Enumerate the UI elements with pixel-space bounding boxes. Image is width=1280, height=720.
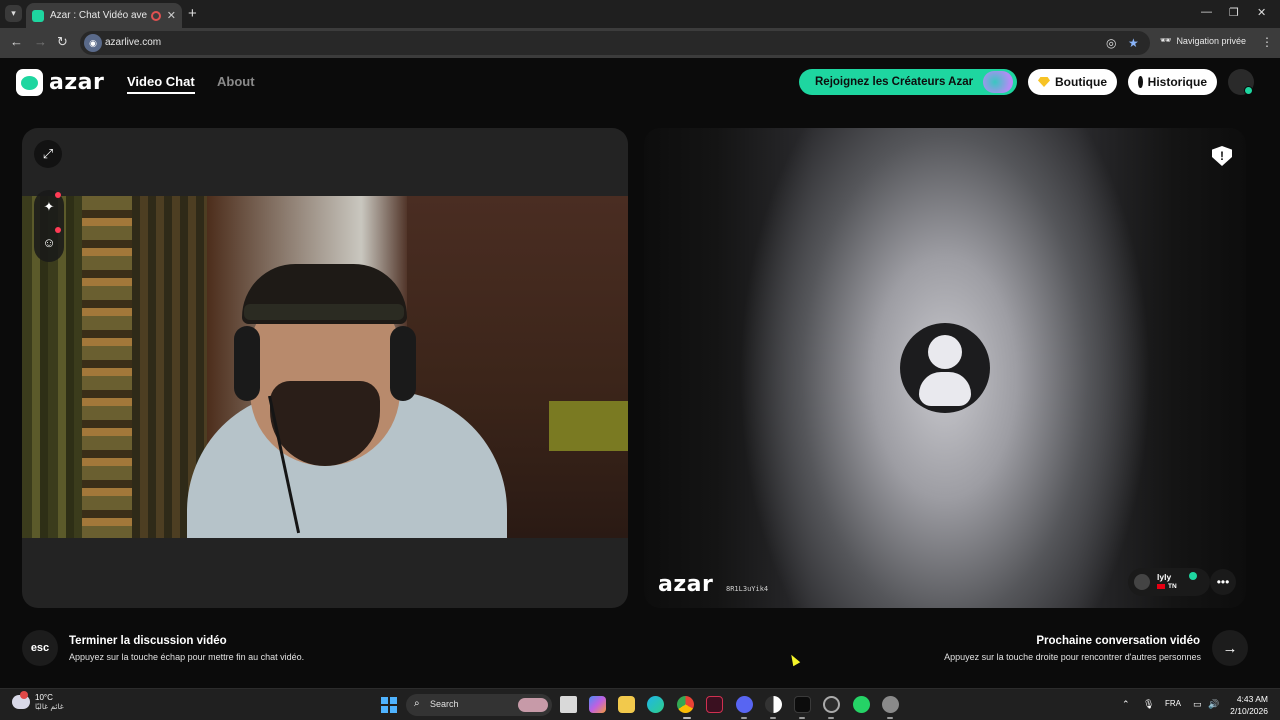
taskbar-search-text: Search <box>430 699 459 709</box>
restore-icon[interactable]: ❐ <box>1229 6 1239 19</box>
end-chat-subtitle: Appuyez sur la touche échap pour mettre … <box>69 652 305 662</box>
expand-icon[interactable]: ⤢ <box>34 140 62 168</box>
end-chat-title: Terminer la discussion vidéo <box>69 635 227 647</box>
shop-label: Boutique <box>1055 75 1107 89</box>
file-explorer-icon[interactable] <box>618 696 635 713</box>
language-indicator[interactable]: FRA <box>1165 699 1181 708</box>
browser-menu-icon[interactable]: ⋮ <box>1261 35 1273 49</box>
effects-notification-dot <box>55 192 61 198</box>
end-chat-button[interactable]: esc <box>22 630 58 666</box>
site-info-icon[interactable]: ◉ <box>84 34 102 52</box>
weather-desc: غائم غالبًا <box>35 702 64 711</box>
shield-alert-icon[interactable]: ! <box>1212 146 1232 166</box>
azar-app: azar Video Chat About Rejoignez les Créa… <box>0 58 1280 688</box>
terminal-icon[interactable] <box>794 696 811 713</box>
sticker-notification-dot <box>55 227 61 233</box>
incognito-label: Navigation privée <box>1176 35 1246 46</box>
steam-icon[interactable] <box>823 696 840 713</box>
copilot-icon[interactable] <box>589 696 606 713</box>
tab-title: Azar : Chat Vidéo avec de n <box>50 10 147 21</box>
nav-video-chat[interactable]: Video Chat <box>127 74 195 94</box>
partner-profile-chip[interactable]: lyly TN <box>1128 568 1210 596</box>
azar-logo-icon <box>16 69 43 96</box>
tracking-protection-icon[interactable]: ◎ <box>1106 36 1116 50</box>
effects-toolbar: ✦ ☺ <box>34 190 64 262</box>
partner-country: TN <box>1157 583 1177 590</box>
history-label: Historique <box>1147 75 1207 89</box>
tunisia-flag-icon <box>1157 584 1165 589</box>
reload-icon[interactable]: ↻ <box>57 34 68 50</box>
recording-indicator-icon <box>150 10 161 21</box>
online-status-dot <box>1244 86 1253 95</box>
incognito-icon: 🕶 <box>1160 35 1172 45</box>
whatsapp-icon[interactable] <box>853 696 870 713</box>
logo-text: azar <box>49 70 105 95</box>
join-creators-button[interactable]: Rejoignez les Créateurs Azar <box>799 69 1017 95</box>
azar-logo[interactable]: azar <box>16 69 104 96</box>
headphone-right <box>390 326 416 401</box>
search-highlight-icon <box>518 698 548 712</box>
clock-date: 2/10/2026 <box>1230 706 1268 716</box>
network-icon[interactable]: ▭ <box>1193 699 1202 710</box>
taskbar-search[interactable]: ⌕ Search <box>406 694 552 716</box>
clock-icon <box>1138 76 1145 88</box>
url-text[interactable]: azarlive.com <box>105 37 161 48</box>
microphone-icon[interactable]: 🎙 <box>1143 699 1154 710</box>
self-video-panel: ⤢ ✦ ☺ <box>22 128 628 608</box>
clock-time: 4:43 AM <box>1236 694 1268 704</box>
chrome-icon[interactable] <box>677 696 694 713</box>
browser-toolbar: ← → ↻ ◉ azarlive.com ◎ ★ 🕶 Navigation pr… <box>0 28 1280 58</box>
shop-button[interactable]: Boutique <box>1028 69 1117 95</box>
arrow-right-icon[interactable]: → <box>1212 630 1248 666</box>
partner-video-panel: ! azar 8R1L3uYik4 lyly TN ••• <box>644 128 1246 608</box>
verified-badge-icon <box>1189 572 1197 580</box>
creator-decoration-icon <box>983 71 1013 93</box>
partner-placeholder-avatar-icon <box>900 323 990 413</box>
settings-gear-icon[interactable] <box>882 696 899 713</box>
minimize-icon[interactable]: — <box>1201 6 1212 18</box>
azar-watermark: azar <box>658 572 714 597</box>
join-creators-label: Rejoignez les Créateurs Azar <box>815 76 974 88</box>
nav-about[interactable]: About <box>217 74 255 89</box>
edge-icon[interactable] <box>647 696 664 713</box>
back-icon[interactable]: ← <box>10 34 23 49</box>
volume-icon[interactable]: 🔊 <box>1208 699 1219 710</box>
weather-widget[interactable]: 10°C غائم غالبًا <box>12 691 64 711</box>
headphone-left <box>234 326 260 401</box>
partner-country-code: TN <box>1168 583 1177 590</box>
session-id: 8R1L3uYik4 <box>726 585 769 593</box>
vivaldi-icon[interactable] <box>706 696 723 713</box>
self-camera-feed <box>22 196 628 538</box>
browser-tab-active[interactable]: Azar : Chat Vidéo avec de n ✕ <box>26 3 182 28</box>
forward-icon[interactable]: → <box>34 34 47 49</box>
weather-temp: 10°C <box>35 693 53 702</box>
chat-bubble-icon[interactable]: ••• <box>1210 569 1236 595</box>
history-button[interactable]: Historique <box>1128 69 1217 95</box>
task-view-icon[interactable] <box>560 696 577 713</box>
start-button-icon[interactable] <box>381 697 397 713</box>
new-tab-button[interactable]: + <box>188 5 197 22</box>
next-chat-title: Prochaine conversation vidéo <box>1036 635 1200 647</box>
tab-close-icon[interactable]: ✕ <box>167 9 176 22</box>
next-chat-subtitle: Appuyez sur la touche droite pour rencon… <box>944 652 1201 662</box>
partner-avatar <box>1134 574 1150 590</box>
screen-recorder-icon[interactable] <box>765 696 782 713</box>
partner-name: lyly <box>1157 572 1172 582</box>
discord-icon[interactable] <box>736 696 753 713</box>
bookmark-star-icon[interactable]: ★ <box>1128 36 1139 50</box>
windows-taskbar: 10°C غائم غالبًا ⌕ Search ⌃ 🎙 FRA ▭ 🔊 4:… <box>0 688 1280 720</box>
browser-tabstrip: ▾ Azar : Chat Vidéo avec de n ✕ + — ❐ ✕ <box>0 0 1280 28</box>
search-icon: ⌕ <box>414 698 420 709</box>
chevron-up-icon[interactable]: ⌃ <box>1122 699 1130 710</box>
cloudy-weather-icon <box>12 691 30 709</box>
close-window-icon[interactable]: ✕ <box>1257 6 1266 19</box>
address-bar[interactable]: ◉ azarlive.com ◎ ★ <box>80 31 1150 55</box>
incognito-indicator[interactable]: 🕶 Navigation privée <box>1160 35 1246 46</box>
gem-icon <box>1038 77 1050 87</box>
azar-favicon-icon <box>32 9 44 22</box>
mouse-cursor-icon <box>787 652 801 667</box>
tab-search-button[interactable]: ▾ <box>5 5 22 22</box>
system-clock[interactable]: 4:43 AM 2/10/2026 <box>1222 693 1268 717</box>
